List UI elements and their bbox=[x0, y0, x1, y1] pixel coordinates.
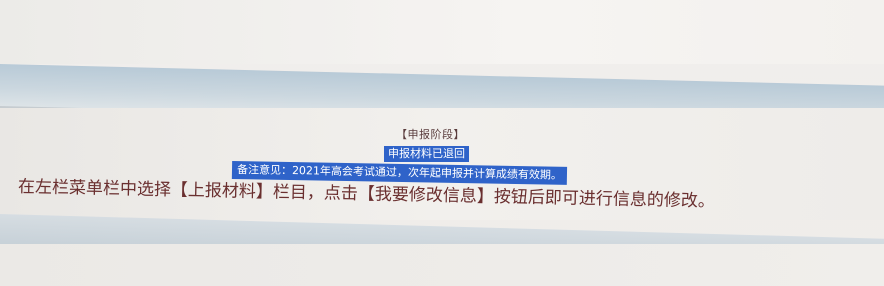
screen: 【申报阶段】 申报材料已退回 备注意见：2021年高会考试通过，次年起申报并计算… bbox=[0, 0, 884, 286]
top-area bbox=[0, 0, 884, 64]
bottom-area bbox=[0, 244, 884, 286]
status-text: 申报材料已退回 bbox=[384, 146, 469, 162]
stage-label: 【申报阶段】 bbox=[396, 128, 465, 141]
